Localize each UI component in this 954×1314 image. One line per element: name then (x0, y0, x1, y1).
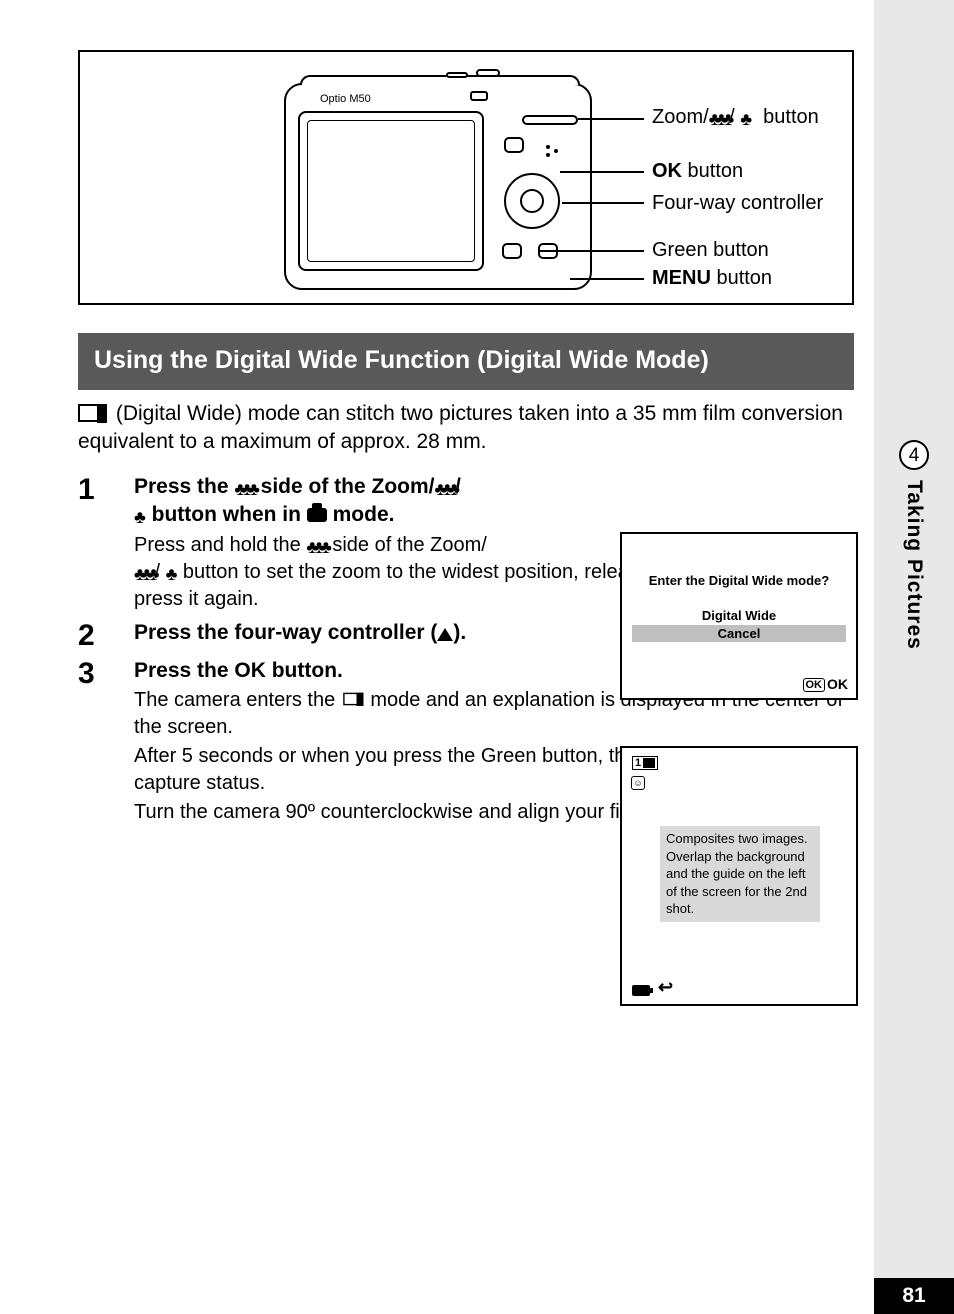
trees-icon: ♣♣♣ (435, 477, 455, 501)
ok-button-label: OK button (652, 160, 743, 183)
up-arrow-icon (437, 628, 453, 641)
lcd-preview-2: 1 ☺ Composites two images. Overlap the b… (620, 746, 858, 1006)
camera-top-edge (300, 75, 580, 85)
zoom-rocker-icon (522, 115, 578, 125)
step-title: Press the ♣♣♣ side of the Zoom/♣♣♣/ ♣ bu… (134, 473, 854, 530)
trees-icon: ♣♣♣ (234, 477, 254, 501)
return-icon: ↩ (658, 977, 673, 998)
section-heading: Using the Digital Wide Function (Digital… (78, 333, 854, 390)
lcd1-ok-indicator: OKOK (803, 676, 849, 692)
shutter-button-icon (476, 69, 500, 77)
lcd2-message: Composites two images. Overlap the backg… (660, 826, 820, 922)
tree-icon: ♣ (134, 505, 146, 529)
zoom-button-label: Zoom/♣♣♣/ ♣ button (652, 106, 819, 130)
leader-line (560, 171, 644, 173)
intro-paragraph: (Digital Wide) mode can stitch two pictu… (78, 400, 854, 455)
step-number: 3 (78, 657, 134, 689)
lcd1-option-cancel: Cancel (632, 625, 846, 642)
camera-lcd (298, 111, 484, 271)
face-detect-icon: ☺ (631, 776, 645, 790)
green-button-icon (502, 243, 522, 259)
trees-icon: ♣♣♣ (709, 109, 729, 130)
indicator-dot-icon (546, 153, 550, 157)
trees-icon: ♣♣♣ (306, 535, 326, 559)
step-number: 2 (78, 619, 134, 651)
indicator-dot-icon (554, 149, 558, 153)
trees-icon: ♣♣♣ (134, 562, 154, 586)
menu-button-label: MENU button (652, 267, 772, 290)
viewfinder-icon (470, 91, 488, 101)
lcd1-option-digital-wide: Digital Wide (622, 608, 856, 623)
camera-lcd-inner (307, 120, 475, 262)
tree-icon: ♣ (740, 109, 752, 130)
camera-diagram: Optio M50 Zoom/♣♣♣/ ♣ button O (78, 50, 854, 305)
chapter-number: 4 (899, 440, 929, 470)
camera-body: Optio M50 (284, 83, 592, 290)
ok-box-icon: OK (803, 678, 826, 692)
digital-wide-icon (343, 693, 363, 706)
manual-page: Optio M50 Zoom/♣♣♣/ ♣ button O (0, 0, 874, 1314)
page-number: 81 (874, 1278, 954, 1314)
sidebar-strip (874, 0, 954, 1314)
leader-line (570, 278, 644, 280)
lcd-preview-1: Enter the Digital Wide mode? Digital Wid… (620, 532, 858, 700)
fourway-label: Four-way controller (652, 192, 823, 215)
chapter-title: Taking Pictures (902, 480, 926, 650)
lcd1-question: Enter the Digital Wide mode? (622, 572, 856, 590)
leader-line (562, 202, 644, 204)
camera-mode-icon (307, 508, 327, 522)
ok-button-icon (520, 189, 544, 213)
chapter-tab: 4 Taking Pictures (874, 440, 954, 650)
green-button-label: Green button (652, 239, 769, 262)
indicator-dot-icon (546, 145, 550, 149)
four-way-controller-icon (504, 173, 560, 229)
top-right-button-icon (504, 137, 524, 153)
digital-wide-icon (78, 404, 106, 422)
power-button-icon (446, 72, 468, 78)
battery-icon (632, 985, 650, 996)
lcd2-shot-badge: 1 (632, 756, 658, 770)
camera-model-label: Optio M50 (320, 93, 371, 105)
intro-text: (Digital Wide) mode can stitch two pictu… (78, 402, 843, 452)
leader-line (540, 250, 644, 252)
leader-line (578, 118, 644, 120)
tree-icon: ♣ (166, 562, 178, 586)
step-number: 1 (78, 473, 134, 505)
